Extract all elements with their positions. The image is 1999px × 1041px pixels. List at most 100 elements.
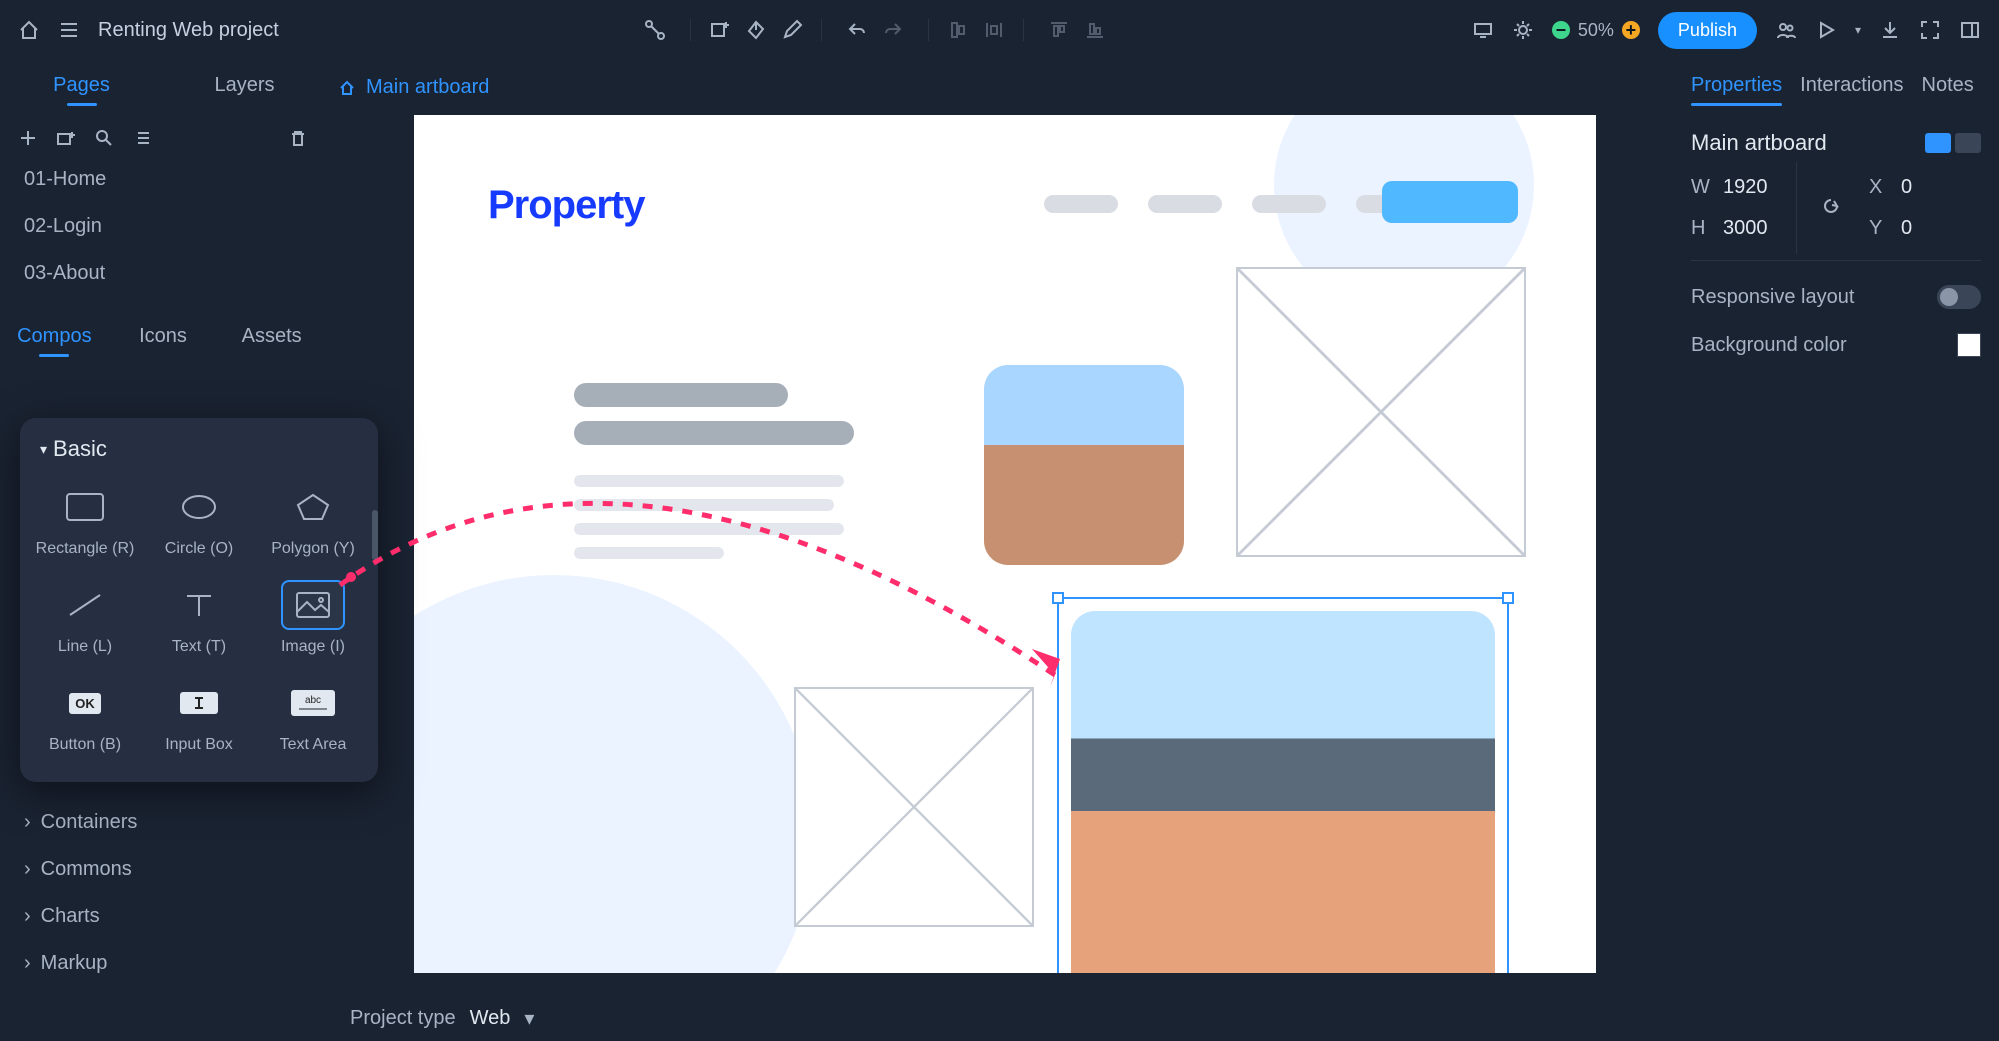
add-page-icon[interactable] — [18, 128, 38, 148]
download-icon[interactable] — [1879, 19, 1901, 41]
compo-input[interactable]: Input Box — [142, 672, 256, 760]
zoom-control[interactable]: − 50% + — [1552, 20, 1640, 41]
compo-group-basic[interactable]: ▾ Basic — [28, 432, 370, 476]
redo-icon[interactable] — [882, 19, 904, 41]
selection-box[interactable] — [1057, 597, 1509, 973]
zoom-out-icon[interactable]: − — [1552, 21, 1570, 39]
orientation-toggle[interactable] — [1925, 133, 1981, 153]
resize-handle[interactable] — [1502, 592, 1514, 604]
compo-button[interactable]: OK Button (B) — [28, 672, 142, 760]
left-tabs: Pages Layers — [0, 60, 326, 120]
chevron-right-icon: › — [24, 905, 31, 928]
chevron-right-icon: › — [24, 858, 31, 881]
trash-icon[interactable] — [288, 128, 308, 148]
resize-handle[interactable] — [1052, 592, 1064, 604]
tab-notes[interactable]: Notes — [1922, 74, 1974, 106]
zoom-in-icon[interactable]: + — [1622, 21, 1640, 39]
topbar: Renting Web project — [0, 0, 1999, 60]
device-icon[interactable] — [1472, 19, 1494, 41]
page-item-about[interactable]: 03-About — [0, 250, 326, 297]
y-value[interactable]: 0 — [1901, 217, 1971, 240]
image-placeholder — [1236, 267, 1526, 557]
search-icon[interactable] — [94, 128, 114, 148]
artboard[interactable]: Property — [414, 115, 1596, 973]
connector-icon[interactable] — [644, 19, 666, 41]
scrollbar-thumb[interactable] — [372, 510, 378, 560]
compo-rectangle[interactable]: Rectangle (R) — [28, 476, 142, 564]
page-list: 01-Home 02-Login 03-About — [0, 156, 326, 297]
bgcolor-swatch[interactable] — [1957, 333, 1981, 357]
gear-icon[interactable] — [1512, 19, 1534, 41]
align-bottom-icon[interactable] — [1084, 19, 1106, 41]
compo-textarea[interactable]: abc Text Area — [256, 672, 370, 760]
add-artboard-icon[interactable] — [709, 19, 731, 41]
panel-icon[interactable] — [1959, 19, 1981, 41]
home-icon[interactable] — [18, 19, 40, 41]
w-value[interactable]: 1920 — [1723, 176, 1793, 199]
compo-circle[interactable]: Circle (O) — [142, 476, 256, 564]
landscape-toggle[interactable] — [1955, 133, 1981, 153]
canvas-image — [984, 365, 1184, 565]
canvas-cta-placeholder — [1382, 181, 1518, 223]
asset-tabs: Compos Icons Assets — [0, 313, 326, 369]
tree-markup[interactable]: ›Markup — [0, 940, 326, 987]
right-tabs: Properties Interactions Notes — [1691, 60, 1981, 120]
responsive-toggle[interactable] — [1937, 285, 1981, 309]
compo-image[interactable]: Image (I) — [256, 574, 370, 662]
link-dimensions-icon[interactable] — [1801, 197, 1861, 219]
artboard-breadcrumb[interactable]: Main artboard — [326, 60, 1673, 115]
list-icon[interactable] — [132, 128, 152, 148]
tab-compos[interactable]: Compos — [0, 313, 109, 369]
canvas-shape — [414, 575, 814, 973]
chevron-down-icon[interactable]: ▾ — [524, 1006, 534, 1031]
tree-charts[interactable]: ›Charts — [0, 893, 326, 940]
page-item-login[interactable]: 02-Login — [0, 203, 326, 250]
drag-origin-indicator — [346, 572, 356, 582]
project-type-value[interactable]: Web — [470, 1007, 511, 1030]
h-value[interactable]: 3000 — [1723, 217, 1793, 240]
play-icon[interactable] — [1815, 19, 1837, 41]
tab-properties[interactable]: Properties — [1691, 74, 1782, 106]
compo-text[interactable]: Text (T) — [142, 574, 256, 662]
tree-commons[interactable]: ›Commons — [0, 846, 326, 893]
page-item-home[interactable]: 01-Home — [0, 156, 326, 203]
tab-interactions[interactable]: Interactions — [1800, 74, 1903, 106]
canvas-nav-placeholder — [1044, 195, 1430, 213]
tab-assets[interactable]: Assets — [217, 313, 326, 369]
project-title: Renting Web project — [98, 19, 279, 42]
chevron-down-icon: ▾ — [40, 441, 47, 458]
play-chevron-icon[interactable]: ▾ — [1855, 23, 1861, 37]
compo-line[interactable]: Line (L) — [28, 574, 142, 662]
canvas-heading-placeholder — [574, 383, 854, 445]
distribute-h-icon[interactable] — [983, 19, 1005, 41]
x-value[interactable]: 0 — [1901, 176, 1971, 199]
chevron-right-icon: › — [24, 952, 31, 975]
pen-icon[interactable] — [745, 19, 767, 41]
align-h-icon[interactable] — [947, 19, 969, 41]
new-folder-icon[interactable] — [56, 128, 76, 148]
hamburger-icon[interactable] — [58, 19, 80, 41]
tab-layers[interactable]: Layers — [163, 60, 326, 120]
tab-pages[interactable]: Pages — [0, 60, 163, 120]
zoom-value: 50% — [1578, 20, 1614, 41]
w-label: W — [1691, 176, 1715, 199]
canvas[interactable]: Property — [326, 115, 1673, 996]
undo-icon[interactable] — [846, 19, 868, 41]
x-label: X — [1869, 176, 1893, 199]
portrait-toggle[interactable] — [1925, 133, 1951, 153]
pencil-icon[interactable] — [781, 19, 803, 41]
project-type-label: Project type — [350, 1007, 456, 1030]
fullscreen-icon[interactable] — [1919, 19, 1941, 41]
canvas-text-placeholder — [574, 475, 844, 559]
tree-containers[interactable]: ›Containers — [0, 799, 326, 846]
align-top-icon[interactable] — [1048, 19, 1070, 41]
publish-button[interactable]: Publish — [1658, 12, 1757, 49]
collab-icon[interactable] — [1775, 19, 1797, 41]
compo-polygon[interactable]: Polygon (Y) — [256, 476, 370, 564]
bottom-bar: Project type Web ▾ — [326, 996, 1673, 1041]
selection-title: Main artboard — [1691, 130, 1827, 156]
canvas-image — [1071, 611, 1495, 973]
right-panel: Properties Interactions Notes Main artbo… — [1673, 60, 1999, 1041]
tab-icons[interactable]: Icons — [109, 313, 218, 369]
page-toolbar — [0, 120, 326, 156]
